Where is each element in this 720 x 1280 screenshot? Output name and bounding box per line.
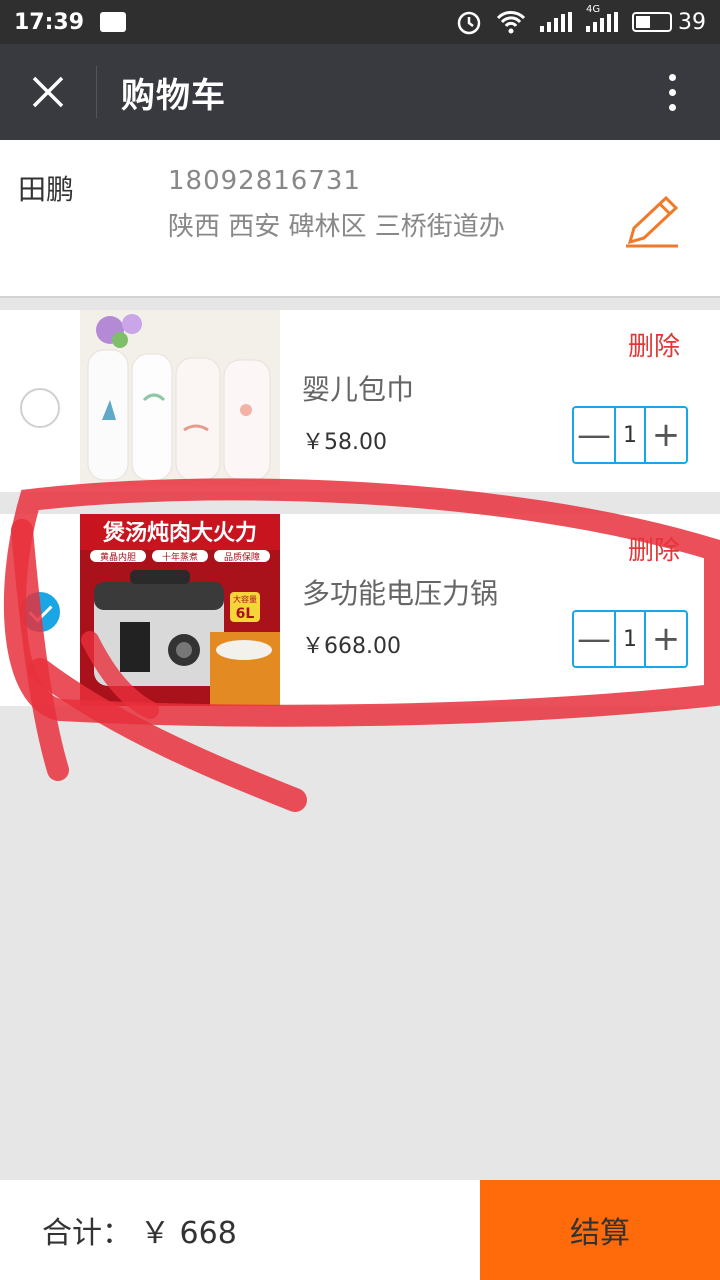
signal-4g-icon: 4G xyxy=(586,4,618,32)
nav-bar: 购物车 xyxy=(0,44,720,140)
battery-level: 39 xyxy=(678,9,706,35)
increase-button[interactable]: + xyxy=(646,408,686,462)
checkout-bar: 合计： ￥ 668 结算 xyxy=(0,1180,720,1280)
thumb-size: 6L xyxy=(236,606,255,622)
total-label: 合计： xyxy=(42,1216,132,1251)
cart-item: 婴儿包巾 ￥58.00 删除 — 1 + xyxy=(0,310,720,492)
thumb-size-top: 大容量 xyxy=(233,594,257,604)
decrease-button[interactable]: — xyxy=(574,408,614,462)
pencil-icon[interactable] xyxy=(620,190,686,250)
item-checkbox[interactable] xyxy=(20,388,60,428)
thumb-banner-text: 煲汤炖肉大火力 xyxy=(103,520,257,546)
recipient-phone: 18092816731 xyxy=(168,166,361,196)
decrease-button[interactable]: — xyxy=(574,612,614,666)
signal-icon xyxy=(540,12,572,32)
more-button[interactable] xyxy=(624,44,720,140)
item-price: ￥58.00 xyxy=(302,430,387,455)
nav-divider xyxy=(96,66,97,118)
item-name: 婴儿包巾 xyxy=(302,373,415,406)
shipping-address[interactable]: 田鹏 18092816731 陕西 西安 碑林区 三桥街道办 xyxy=(0,140,720,298)
more-vertical-icon xyxy=(668,73,676,111)
swaddle-blankets-image xyxy=(80,310,280,486)
quantity-value[interactable]: 1 xyxy=(614,408,646,462)
quantity-stepper: — 1 + xyxy=(572,610,688,668)
wifi-icon xyxy=(496,11,526,34)
item-checkbox-checked[interactable] xyxy=(20,592,60,632)
thumb-badge-2: 十年蒸煮 xyxy=(162,551,198,563)
pressure-cooker-image: 煲汤炖肉大火力 黄晶内胆 十年蒸煮 品质保障 大容量 6L xyxy=(80,514,280,706)
status-icons: 4G 39 xyxy=(456,4,706,35)
close-icon xyxy=(32,76,64,108)
battery-icon xyxy=(632,12,672,32)
item-price: ￥668.00 xyxy=(302,634,401,659)
image-icon xyxy=(100,12,127,32)
checkout-button[interactable]: 结算 xyxy=(480,1180,720,1280)
status-time: 17:39 xyxy=(14,9,85,35)
thumb-badge-3: 品质保障 xyxy=(224,551,260,563)
alarm-icon xyxy=(457,11,481,35)
status-bar: 17:39 4G 39 xyxy=(0,0,720,44)
network-label: 4G xyxy=(586,4,601,15)
quantity-value[interactable]: 1 xyxy=(614,612,646,666)
thumb-badge-1: 黄晶内胆 xyxy=(100,551,136,563)
recipient-address: 陕西 西安 碑林区 三桥街道办 xyxy=(168,212,505,242)
quantity-stepper: — 1 + xyxy=(572,406,688,464)
recipient-name: 田鹏 xyxy=(18,173,75,206)
page-title: 购物车 xyxy=(121,75,226,116)
total-value: ￥ 668 xyxy=(140,1216,237,1251)
delete-button[interactable]: 删除 xyxy=(628,530,680,567)
delete-button[interactable]: 删除 xyxy=(628,326,680,363)
close-button[interactable] xyxy=(0,44,96,140)
increase-button[interactable]: + xyxy=(646,612,686,666)
cart-item: 煲汤炖肉大火力 黄晶内胆 十年蒸煮 品质保障 大容量 6L 多功能电压力锅 ￥6… xyxy=(0,514,720,706)
item-name: 多功能电压力锅 xyxy=(302,577,499,610)
